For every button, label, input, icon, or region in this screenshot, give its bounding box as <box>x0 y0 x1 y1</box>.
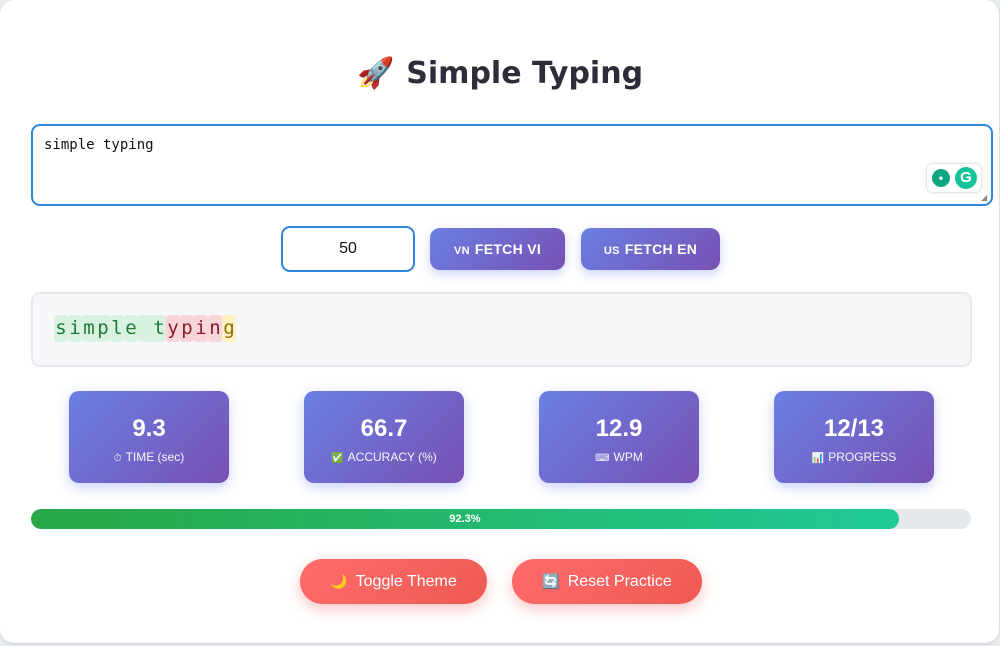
toggle-theme-button[interactable]: 🌙 Toggle Theme <box>300 559 487 604</box>
vietnam-flag-icon: VN <box>453 245 470 257</box>
resize-handle-icon[interactable]: ◢ <box>981 194 989 202</box>
grammarly-icon[interactable]: G <box>955 167 977 189</box>
typing-char-wrong: y <box>166 315 180 342</box>
typing-char-current: g <box>222 315 236 342</box>
stat-label: ⏱ TIME (sec) <box>69 449 229 467</box>
refresh-icon: 🔄 <box>542 573 560 589</box>
stat-value: 66.7 <box>360 415 408 442</box>
grammar-assistant-widget[interactable]: • G <box>927 164 981 192</box>
text-source-input[interactable]: simple typing • G ◢ <box>31 124 993 206</box>
typing-char-correct <box>138 315 152 342</box>
stat-label-text: WPM <box>613 450 643 464</box>
stat-value: 12/13 <box>823 415 885 442</box>
typing-char-correct: m <box>82 315 96 342</box>
progress-bar: 92.3% <box>31 509 971 529</box>
fetch-en-button[interactable]: US FETCH EN <box>581 228 720 270</box>
fetch-en-label: FETCH EN <box>624 241 698 257</box>
chart-icon: 📊 <box>811 453 825 464</box>
checkmark-icon: ✅ <box>331 453 344 464</box>
moon-icon: 🌙 <box>330 573 348 589</box>
word-count-input[interactable]: 50 <box>281 226 415 272</box>
stat-label-text: TIME (sec) <box>125 450 185 464</box>
stat-label-text: ACCURACY (%) <box>347 450 437 464</box>
us-flag-icon: US <box>603 245 620 257</box>
typing-display: simple typing <box>31 292 972 367</box>
stat-card-time: 9.3 ⏱ TIME (sec) <box>69 391 229 483</box>
stat-value: 9.3 <box>132 415 166 442</box>
stopwatch-icon: ⏱ <box>113 453 122 464</box>
fetch-vi-label: FETCH VI <box>474 241 542 257</box>
page-title: 🚀 Simple Typing <box>0 52 1000 96</box>
typing-char-correct: t <box>152 315 166 342</box>
typing-char-correct: l <box>110 315 124 342</box>
fetch-vi-button[interactable]: VN FETCH VI <box>430 228 565 270</box>
stat-value: 12.9 <box>595 415 643 442</box>
stat-card-wpm: 12.9 ⌨ WPM <box>539 391 699 483</box>
progress-label: 92.3% <box>449 513 481 525</box>
text-source-value: simple typing <box>44 137 154 153</box>
typing-characters: simple typing <box>54 315 236 342</box>
typing-char-wrong: p <box>180 315 194 342</box>
keyboard-icon: ⌨ <box>595 453 610 464</box>
stat-label: ✅ ACCURACY (%) <box>304 449 464 467</box>
typing-char-correct: p <box>96 315 110 342</box>
typing-char-correct: s <box>54 315 68 342</box>
stat-label: 📊 PROGRESS <box>774 449 934 467</box>
typing-char-wrong: i <box>194 315 208 342</box>
reset-practice-label: Reset Practice <box>567 573 672 590</box>
reset-practice-button[interactable]: 🔄 Reset Practice <box>512 559 702 604</box>
stat-label-text: PROGRESS <box>828 450 897 464</box>
stat-label: ⌨ WPM <box>539 449 699 467</box>
toggle-theme-label: Toggle Theme <box>355 573 457 590</box>
stat-card-accuracy: 66.7 ✅ ACCURACY (%) <box>304 391 464 483</box>
rocket-icon: 🚀 <box>356 56 395 91</box>
app-card: 🚀 Simple Typing simple typing • G ◢ 50 VN… <box>0 0 999 643</box>
stat-card-progress: 12/13 📊 PROGRESS <box>774 391 934 483</box>
typing-char-correct: e <box>124 315 138 342</box>
page-title-text: Simple Typing <box>406 56 644 91</box>
typing-char-wrong: n <box>208 315 222 342</box>
typing-char-correct: i <box>68 315 82 342</box>
lightbulb-icon[interactable]: • <box>932 169 950 187</box>
